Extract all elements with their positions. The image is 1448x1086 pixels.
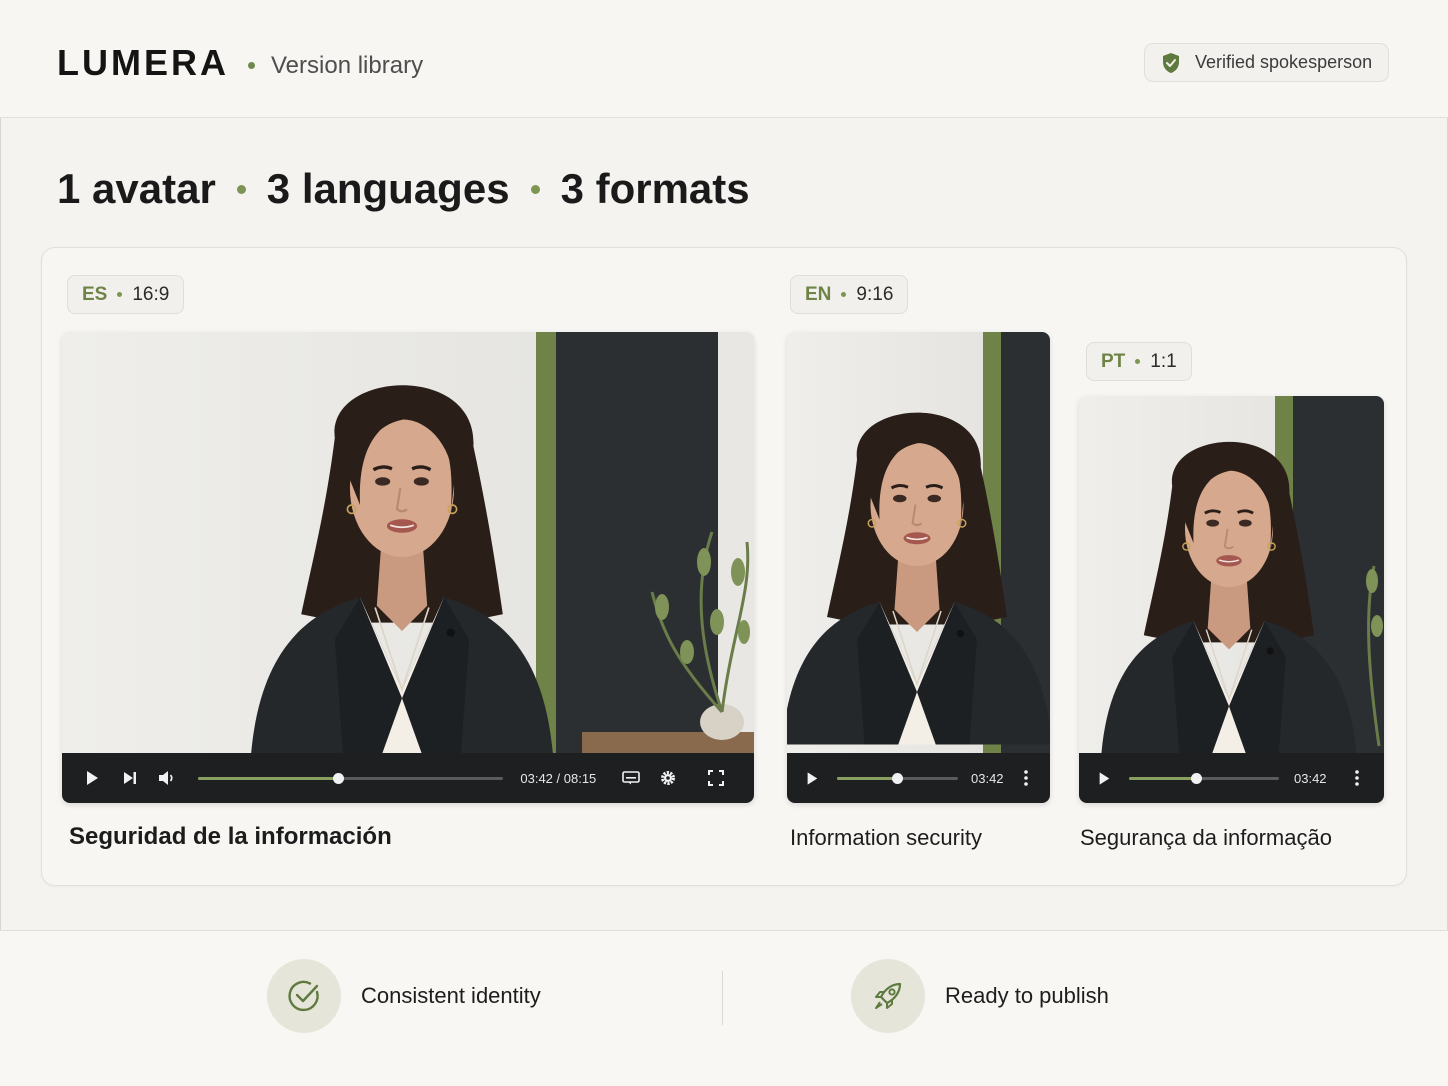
time-readout: 03:42 <box>971 770 1004 786</box>
feature-consistent-identity: Consistent identity <box>267 959 541 1033</box>
tag-separator <box>117 292 123 297</box>
feature-icon-badge <box>851 959 925 1033</box>
verified-badge: Verified spokesperson <box>1144 43 1389 82</box>
video-player-en[interactable]: 03:42 <box>787 332 1050 803</box>
video-frame[interactable] <box>1079 396 1384 753</box>
progress-handle[interactable] <box>332 772 344 784</box>
footer-divider <box>722 971 723 1025</box>
video-player-es[interactable]: 03:42 / 08:15 <box>62 332 754 803</box>
version-tag-pt: PT 1:1 <box>1086 342 1192 381</box>
version-tag-en: EN 9:16 <box>790 275 909 314</box>
progress-handle[interactable] <box>892 772 903 784</box>
player-controls: 03:42 <box>1079 753 1384 803</box>
spokesperson-video-image <box>1079 396 1384 753</box>
headline-format-count: 3 formats <box>560 165 750 212</box>
more-vertical-icon <box>1355 770 1359 786</box>
fullscreen-icon <box>708 770 725 786</box>
play-button[interactable] <box>1079 771 1129 786</box>
feature-footer: Consistent identity Ready to publish <box>0 930 1448 1086</box>
progress-fill <box>1129 776 1197 780</box>
tag-format: 9:16 <box>856 283 894 305</box>
versions-card: ES 16:9 EN 9:16 PT 1:1 03:42 / 08:15 03:… <box>41 247 1407 886</box>
brand-logo[interactable]: LUMERA <box>57 42 229 84</box>
spokesperson-video-image <box>787 332 1050 753</box>
progress-track[interactable] <box>837 772 958 784</box>
video-frame[interactable] <box>787 332 1050 753</box>
time-readout: 03:42 / 08:15 <box>520 770 597 786</box>
player-controls: 03:42 / 08:15 <box>62 753 754 803</box>
tag-language: EN <box>805 283 832 305</box>
play-icon <box>1099 771 1110 785</box>
settings-button[interactable] <box>657 769 678 787</box>
feature-icon-badge <box>267 959 341 1033</box>
video-title-pt[interactable]: Segurança da informação <box>1080 825 1332 851</box>
more-vertical-icon <box>1024 770 1028 786</box>
play-icon <box>87 771 99 785</box>
play-button[interactable] <box>62 770 123 786</box>
volume-icon <box>159 771 173 785</box>
tag-language: PT <box>1101 350 1126 372</box>
feature-label: Consistent identity <box>361 983 541 1008</box>
captions-button[interactable] <box>604 771 657 785</box>
breadcrumb-section[interactable]: Version library <box>271 52 423 80</box>
captions-icon <box>621 771 640 785</box>
rocket-icon <box>875 982 902 1009</box>
play-button[interactable] <box>787 771 837 786</box>
volume-button[interactable] <box>137 770 198 786</box>
video-frame[interactable] <box>62 332 754 753</box>
headline-separator <box>236 184 246 194</box>
headline-language-count: 3 languages <box>266 165 510 212</box>
feature-label: Ready to publish <box>945 983 1109 1008</box>
verified-badge-label: Verified spokesperson <box>1195 52 1373 72</box>
progress-track[interactable] <box>197 772 504 784</box>
skip-next-icon <box>123 772 136 784</box>
tag-format: 16:9 <box>132 283 170 305</box>
headline-avatar-count: 1 avatar <box>57 165 216 212</box>
check-circle-icon <box>288 980 319 1012</box>
tag-separator <box>1135 359 1141 364</box>
page-title: 1 avatar 3 languages 3 formats <box>57 165 750 213</box>
video-title-es[interactable]: Seguridad de la información <box>69 823 392 851</box>
gear-icon <box>660 771 675 785</box>
top-bar: LUMERA Version library Verified spokespe… <box>0 0 1448 118</box>
fullscreen-button[interactable] <box>678 770 754 786</box>
time-readout: 03:42 <box>1294 770 1327 786</box>
spokesperson-video-image <box>62 332 754 753</box>
progress-fill <box>837 776 898 780</box>
progress-fill <box>197 776 339 780</box>
play-icon <box>807 771 818 785</box>
progress-handle[interactable] <box>1191 772 1202 784</box>
feature-ready-to-publish: Ready to publish <box>851 959 1109 1033</box>
more-options-button[interactable] <box>1334 770 1380 786</box>
shield-check-icon <box>1163 52 1179 73</box>
tag-format: 1:1 <box>1150 350 1177 372</box>
headline-separator <box>530 184 540 194</box>
tag-language: ES <box>82 283 108 305</box>
video-title-en[interactable]: Information security <box>790 825 982 851</box>
more-options-button[interactable] <box>1011 770 1041 786</box>
next-button[interactable] <box>123 771 137 785</box>
video-player-pt[interactable]: 03:42 <box>1079 396 1384 803</box>
breadcrumb-separator <box>248 62 255 69</box>
tag-separator <box>841 292 847 297</box>
player-controls: 03:42 <box>787 753 1050 803</box>
progress-track[interactable] <box>1129 772 1279 784</box>
version-tag-es: ES 16:9 <box>67 275 185 314</box>
